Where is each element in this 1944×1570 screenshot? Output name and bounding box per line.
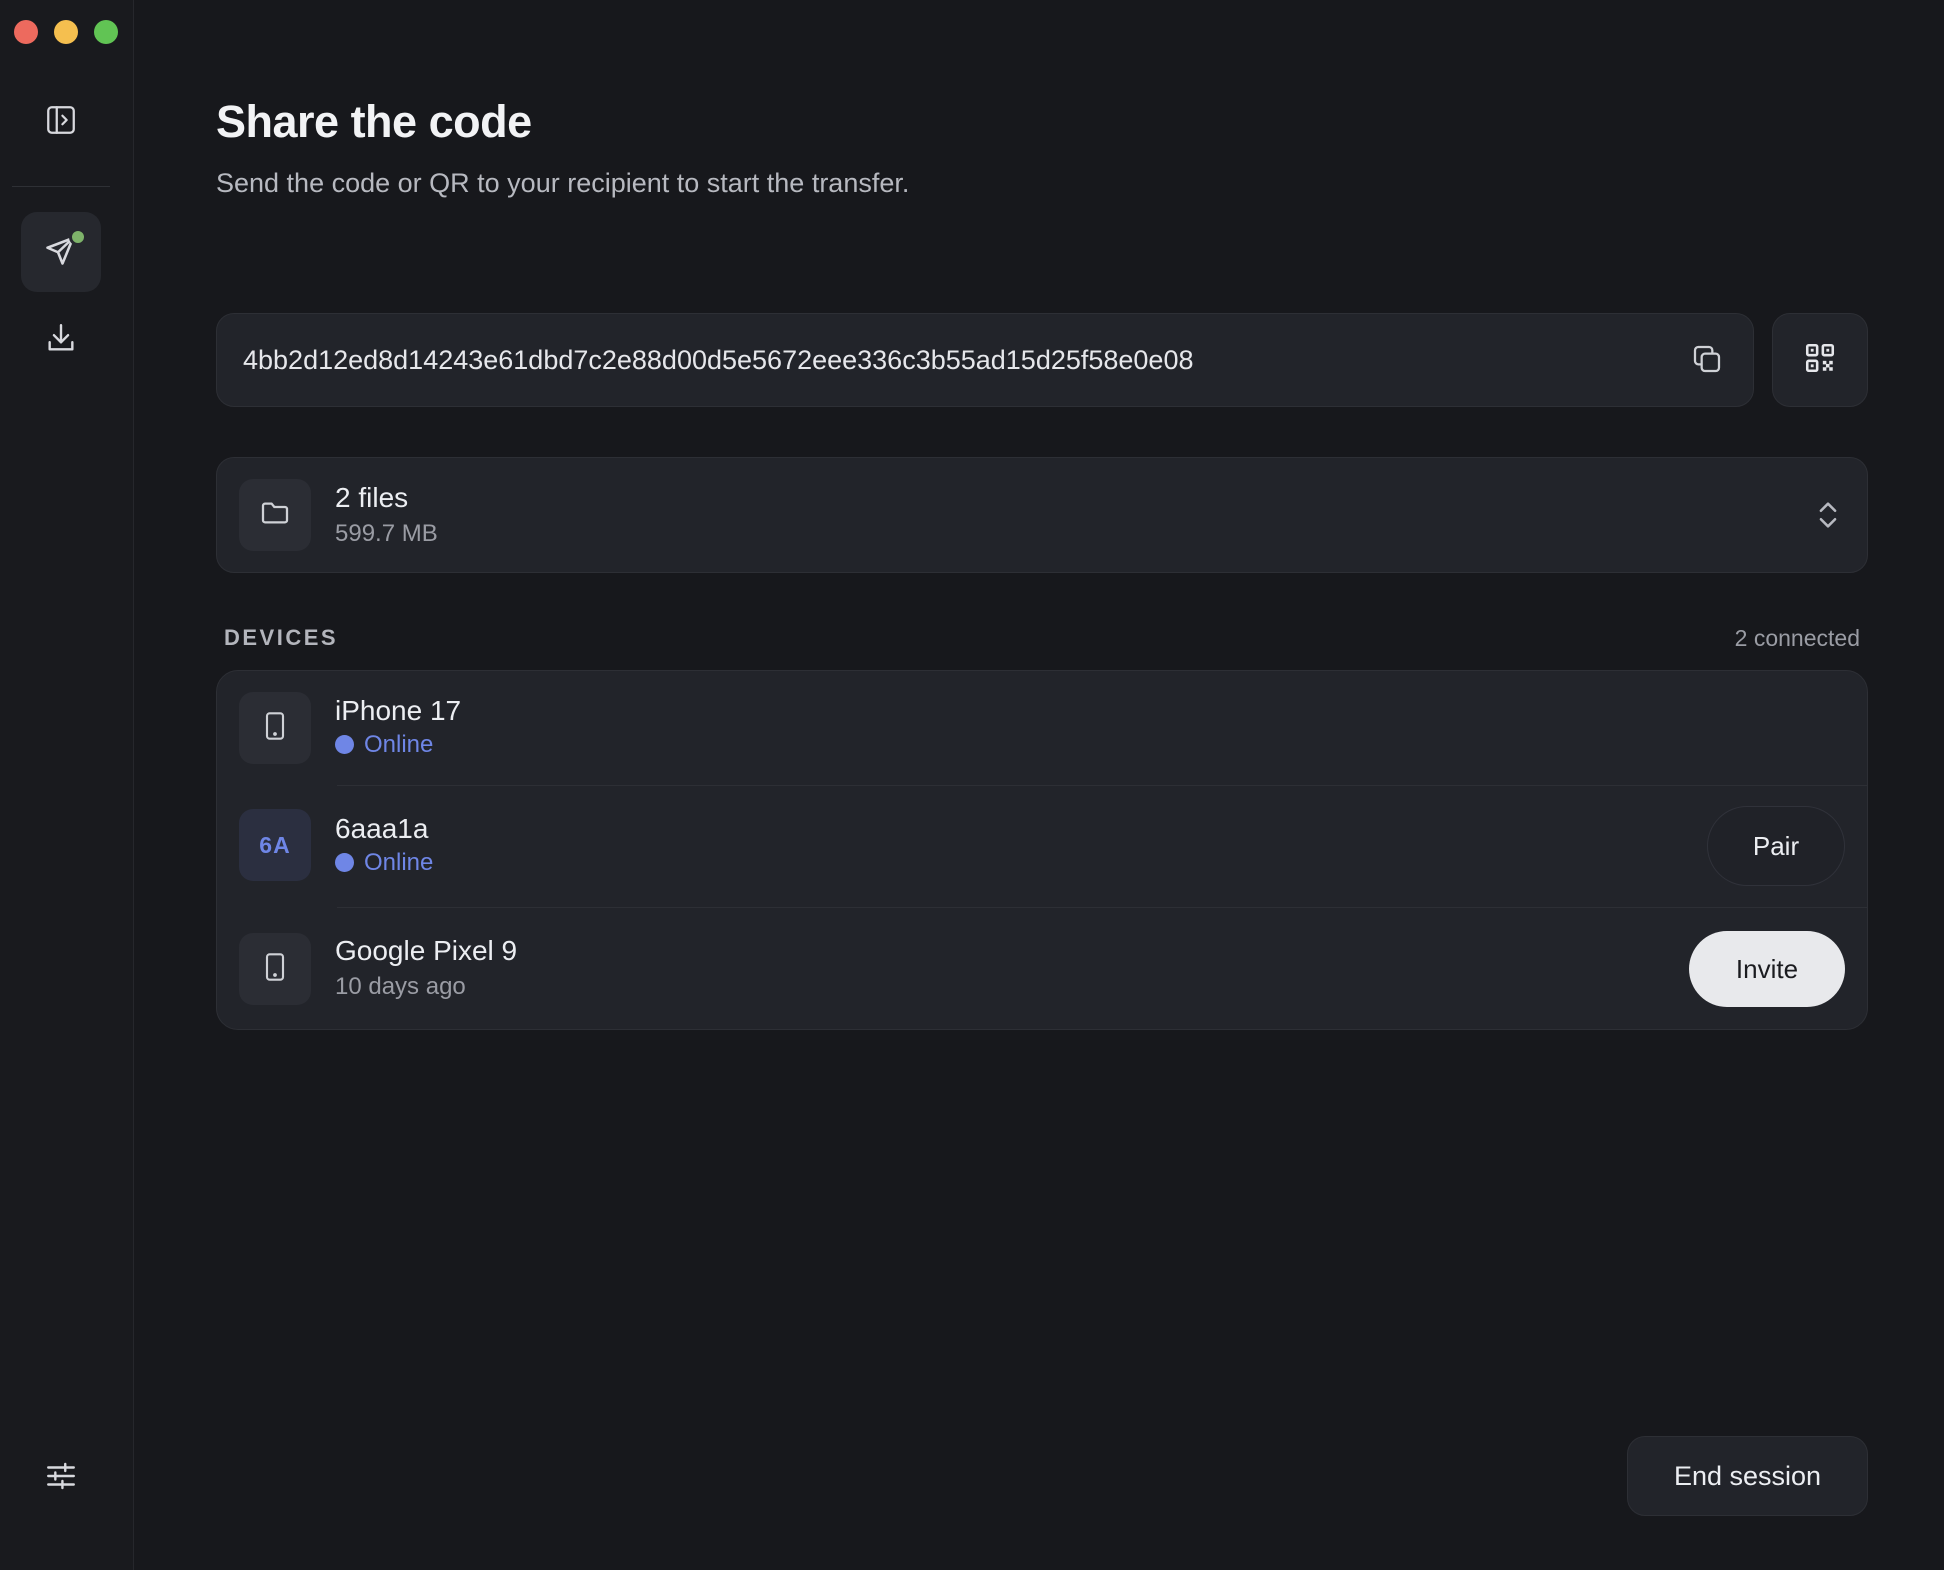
settings-sliders-icon (44, 1459, 78, 1498)
page-title: Share the code (216, 96, 532, 147)
qr-code-icon (1803, 341, 1837, 380)
window-close-button[interactable] (14, 20, 38, 44)
devices-section-label: DEVICES (224, 625, 339, 650)
window-minimize-button[interactable] (54, 20, 78, 44)
phone-icon (259, 708, 291, 749)
invite-button[interactable]: Invite (1689, 931, 1845, 1007)
download-icon (44, 321, 78, 360)
copy-icon (1691, 343, 1723, 380)
row-divider (337, 785, 1867, 786)
device-status: Online (335, 849, 433, 877)
device-status: Online (335, 731, 433, 759)
settings-button[interactable] (21, 1438, 101, 1518)
copy-code-button[interactable] (1689, 343, 1725, 379)
share-code-field[interactable]: 4bb2d12ed8d14243e61dbd7c2e88d00d5e5672ee… (216, 313, 1754, 407)
row-divider (337, 907, 1867, 908)
notification-dot (69, 228, 87, 246)
files-count: 2 files (335, 482, 409, 513)
share-code-text[interactable]: 4bb2d12ed8d14243e61dbd7c2e88d00d5e5672ee… (243, 314, 1193, 406)
device-name: 6aaa1a (335, 813, 429, 844)
show-qr-button[interactable] (1772, 313, 1868, 407)
pair-button[interactable]: Pair (1707, 806, 1845, 886)
device-tile (239, 692, 311, 764)
end-session-button[interactable]: End session (1627, 1436, 1868, 1516)
device-avatar: 6A (239, 809, 311, 881)
device-name: Google Pixel 9 (335, 935, 518, 966)
window-maximize-button[interactable] (94, 20, 118, 44)
sidebar (0, 0, 134, 1570)
sidebar-toggle-button[interactable] (21, 82, 101, 162)
devices-connected-count: 2 connected (1734, 625, 1860, 651)
sidebar-item-send[interactable] (21, 212, 101, 292)
folder-icon (259, 497, 291, 534)
phone-icon (259, 949, 291, 990)
device-last-seen: 10 days ago (335, 973, 466, 1000)
devices-list: iPhone 17 Online 6A 6aaa1a Online Pair G… (216, 670, 1868, 1030)
online-dot (335, 735, 354, 754)
files-summary[interactable]: 2 files 599.7 MB (216, 457, 1868, 573)
expand-files-button[interactable] (1815, 498, 1841, 537)
sidebar-divider (12, 186, 110, 187)
files-tile (239, 479, 311, 551)
chevron-up-down-icon (1815, 502, 1841, 536)
online-dot (335, 853, 354, 872)
device-tile (239, 933, 311, 1005)
device-avatar-initials: 6A (259, 831, 291, 858)
files-size: 599.7 MB (335, 520, 438, 547)
sidebar-item-receive[interactable] (21, 300, 101, 380)
device-name: iPhone 17 (335, 695, 462, 726)
sidebar-toggle-icon (44, 103, 78, 142)
page-subtitle: Send the code or QR to your recipient to… (216, 168, 910, 198)
